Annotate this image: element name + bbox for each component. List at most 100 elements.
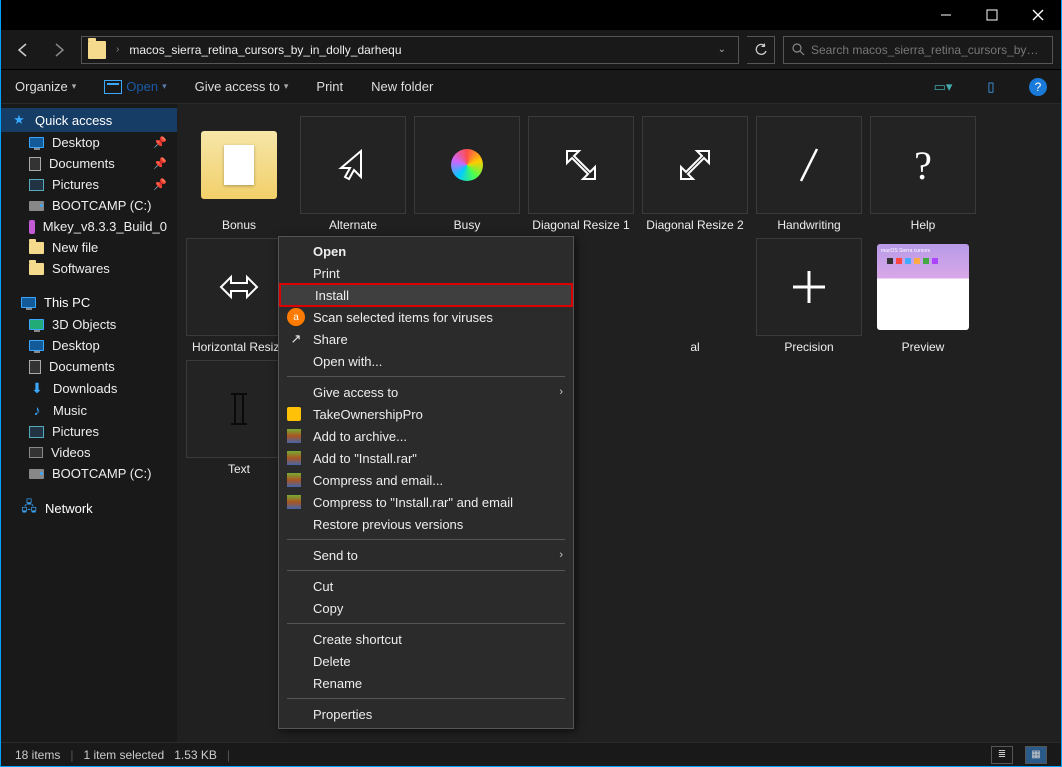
sidebar-item-desktop[interactable]: Desktop📌 <box>1 132 177 153</box>
folder-icon <box>29 263 44 275</box>
ctx-give-access[interactable]: Give access to› <box>279 381 573 403</box>
ctx-properties[interactable]: Properties <box>279 703 573 725</box>
file-item[interactable]: al <box>641 238 749 354</box>
ctx-add-rar[interactable]: Add to "Install.rar" <box>279 447 573 469</box>
pictures-icon <box>29 426 44 438</box>
back-button[interactable] <box>9 36 37 64</box>
print-button[interactable]: Print <box>316 79 343 94</box>
view-options-icon[interactable]: ▭▾ <box>933 77 953 97</box>
file-item[interactable]: Alternate <box>299 116 407 232</box>
open-button[interactable]: Open▾ <box>104 79 166 94</box>
selection-count: 1 item selected <box>83 748 164 762</box>
sidebar-item-pictures[interactable]: Pictures📌 <box>1 174 177 195</box>
close-button[interactable] <box>1015 0 1061 30</box>
ctx-open[interactable]: Open <box>279 240 573 262</box>
sidebar-item-bootcamp-pc[interactable]: BOOTCAMP (C:) <box>1 463 177 484</box>
star-icon: ★ <box>11 112 27 128</box>
preview-pane-icon[interactable]: ▯ <box>981 77 1001 97</box>
file-item[interactable]: Precision <box>755 238 863 354</box>
ctx-rename[interactable]: Rename <box>279 672 573 694</box>
chevron-right-icon: › <box>116 44 119 55</box>
sidebar-item-music[interactable]: ♪Music <box>1 399 177 421</box>
music-icon: ♪ <box>29 402 45 418</box>
ctx-restore-versions[interactable]: Restore previous versions <box>279 513 573 535</box>
sidebar-item-bootcamp[interactable]: BOOTCAMP (C:) <box>1 195 177 216</box>
sidebar-item-softwares[interactable]: Softwares <box>1 258 177 279</box>
forward-button[interactable] <box>45 36 73 64</box>
sidebar-item-documents-pc[interactable]: Documents <box>1 356 177 377</box>
ctx-share[interactable]: ↗Share <box>279 328 573 350</box>
file-label: Diagonal Resize 1 <box>532 218 629 232</box>
file-label: Bonus <box>222 218 256 232</box>
objects-icon <box>29 319 44 330</box>
file-item[interactable]: Bonus <box>185 116 293 232</box>
sidebar-item-desktop-pc[interactable]: Desktop <box>1 335 177 356</box>
ctx-cut[interactable]: Cut <box>279 575 573 597</box>
address-bar[interactable]: › macos_sierra_retina_cursors_by_in_doll… <box>81 36 739 64</box>
file-thumbnail <box>642 116 748 214</box>
file-item[interactable]: macOS Sierra cursorsPreview <box>869 238 977 354</box>
sidebar-network[interactable]: 🖧 Network <box>1 496 177 520</box>
file-thumbnail <box>186 360 292 458</box>
chevron-down-icon[interactable]: ⌄ <box>718 44 726 55</box>
new-folder-button[interactable]: New folder <box>371 79 433 94</box>
pictures-icon <box>29 179 44 191</box>
desktop-icon <box>29 340 44 351</box>
file-item[interactable]: Handwriting <box>755 116 863 232</box>
file-label: al <box>690 340 699 354</box>
give-access-menu[interactable]: Give access to▾ <box>195 79 289 94</box>
winrar-icon <box>287 473 301 487</box>
ctx-compress-email[interactable]: Compress and email... <box>279 469 573 491</box>
pc-icon <box>21 297 36 308</box>
file-item[interactable]: Text <box>185 360 293 476</box>
winrar-icon <box>287 495 301 509</box>
ctx-delete[interactable]: Delete <box>279 650 573 672</box>
breadcrumb[interactable]: macos_sierra_retina_cursors_by_in_dolly_… <box>129 43 401 57</box>
sidebar-quick-access[interactable]: ★ Quick access <box>1 108 177 132</box>
file-thumbnail <box>186 116 292 214</box>
large-icons-view-button[interactable]: ▦ <box>1025 746 1047 764</box>
file-thumbnail <box>528 116 634 214</box>
file-thumbnail <box>300 116 406 214</box>
download-icon: ⬇ <box>29 380 45 396</box>
ctx-scan-viruses[interactable]: aScan selected items for viruses <box>279 306 573 328</box>
refresh-button[interactable] <box>747 36 775 64</box>
file-item[interactable]: Busy <box>413 116 521 232</box>
sidebar-item-3dobjects[interactable]: 3D Objects <box>1 314 177 335</box>
file-item[interactable]: ?Help <box>869 116 977 232</box>
sidebar-item-newfile[interactable]: New file <box>1 237 177 258</box>
file-thumbnail: ? <box>870 116 976 214</box>
sidebar-item-downloads[interactable]: ⬇Downloads <box>1 377 177 399</box>
search-placeholder: Search macos_sierra_retina_cursors_by_in… <box>811 43 1044 57</box>
status-bar: 18 items | 1 item selected 1.53 KB | ≣ ▦ <box>1 742 1061 766</box>
ctx-print[interactable]: Print <box>279 262 573 284</box>
ctx-takeownership[interactable]: TakeOwnershipPro <box>279 403 573 425</box>
file-item[interactable]: Horizontal Resize <box>185 238 293 354</box>
sidebar-item-mkey[interactable]: Mkey_v8.3.3_Build_0 <box>1 216 177 237</box>
maximize-button[interactable] <box>969 0 1015 30</box>
file-thumbnail <box>756 116 862 214</box>
file-item[interactable]: Diagonal Resize 2 <box>641 116 749 232</box>
file-item[interactable]: Diagonal Resize 1 <box>527 116 635 232</box>
details-view-button[interactable]: ≣ <box>991 746 1013 764</box>
sidebar-this-pc[interactable]: This PC <box>1 291 177 314</box>
ctx-copy[interactable]: Copy <box>279 597 573 619</box>
ctx-send-to[interactable]: Send to› <box>279 544 573 566</box>
ctx-open-with[interactable]: Open with... <box>279 350 573 372</box>
ctx-create-shortcut[interactable]: Create shortcut <box>279 628 573 650</box>
file-label: Preview <box>902 340 945 354</box>
help-icon[interactable]: ? <box>1029 78 1047 96</box>
ctx-install[interactable]: Install <box>279 283 573 307</box>
sidebar-item-videos[interactable]: Videos <box>1 442 177 463</box>
search-icon <box>792 43 805 56</box>
organize-menu[interactable]: Organize▾ <box>15 79 76 94</box>
sidebar-item-pictures-pc[interactable]: Pictures <box>1 421 177 442</box>
search-box[interactable]: Search macos_sierra_retina_cursors_by_in… <box>783 36 1053 64</box>
file-label: Diagonal Resize 2 <box>646 218 743 232</box>
pin-icon: 📌 <box>153 136 167 149</box>
sidebar-item-documents[interactable]: Documents📌 <box>1 153 177 174</box>
minimize-button[interactable] <box>923 0 969 30</box>
file-label: Busy <box>454 218 481 232</box>
ctx-compress-rar-email[interactable]: Compress to "Install.rar" and email <box>279 491 573 513</box>
ctx-add-archive[interactable]: Add to archive... <box>279 425 573 447</box>
